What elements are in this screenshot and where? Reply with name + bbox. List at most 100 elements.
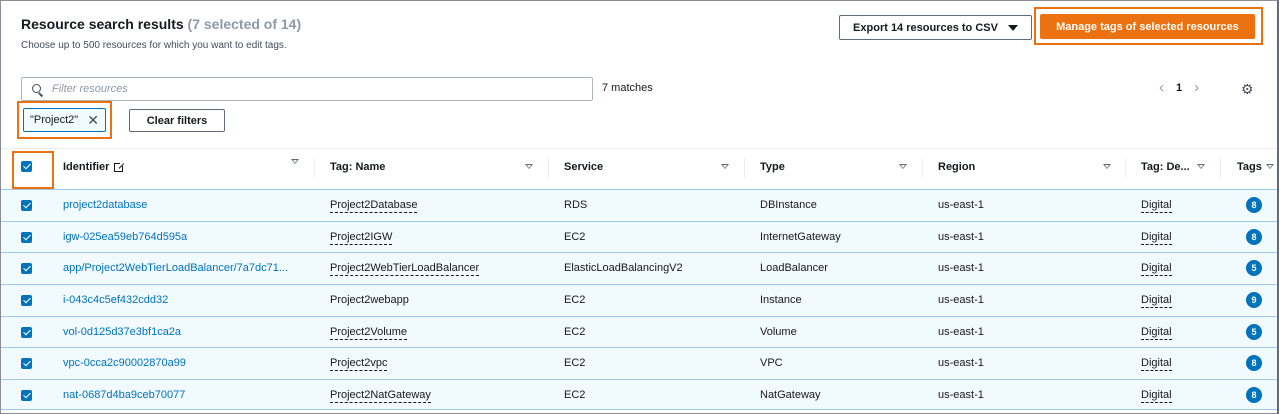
tag-name-value[interactable]: Project2IGW bbox=[330, 231, 393, 245]
column-header-service[interactable]: Service bbox=[564, 161, 603, 173]
tag-count-badge[interactable]: 8 bbox=[1246, 197, 1262, 213]
tag-name-value[interactable]: Project2Volume bbox=[330, 326, 408, 340]
resource-identifier-link[interactable]: project2database bbox=[63, 199, 147, 211]
table-top-divider bbox=[1, 148, 1277, 149]
row-checkbox[interactable] bbox=[21, 358, 32, 369]
page-title: Resource search results (7 selected of 1… bbox=[21, 16, 301, 32]
column-header-type[interactable]: Type bbox=[760, 161, 785, 173]
tag-de-value[interactable]: Digital bbox=[1141, 199, 1172, 213]
column-header-tag-de[interactable]: Tag: De... bbox=[1141, 161, 1190, 173]
tag-count-badge[interactable]: 5 bbox=[1246, 324, 1262, 340]
region-value: us-east-1 bbox=[938, 262, 984, 274]
tag-de-value[interactable]: Digital bbox=[1141, 389, 1172, 403]
manage-tags-button[interactable]: Manage tags of selected resources bbox=[1040, 14, 1255, 39]
region-value: us-east-1 bbox=[938, 294, 984, 306]
filter-token-label: "Project2" bbox=[30, 114, 79, 126]
resource-identifier-link[interactable]: nat-0687d4ba9ceb70077 bbox=[63, 389, 185, 401]
column-header-identifier[interactable]: Identifier bbox=[63, 160, 126, 173]
filter-resources-field[interactable] bbox=[21, 77, 593, 101]
column-separator bbox=[548, 158, 549, 178]
column-separator bbox=[744, 158, 745, 178]
sort-icon[interactable] bbox=[1266, 164, 1274, 169]
service-value: ElasticLoadBalancingV2 bbox=[564, 262, 683, 274]
row-checkbox[interactable] bbox=[21, 263, 32, 274]
column-header-tag-name[interactable]: Tag: Name bbox=[330, 161, 385, 173]
table-row[interactable]: vpc-0cca2c90002870a99 Project2vpc EC2 VP… bbox=[1, 347, 1277, 378]
column-separator bbox=[314, 158, 315, 178]
tag-count-badge[interactable]: 8 bbox=[1246, 355, 1262, 371]
gear-icon[interactable]: ⚙ bbox=[1241, 82, 1254, 96]
tag-de-value[interactable]: Digital bbox=[1141, 294, 1172, 308]
table-row[interactable]: app/Project2WebTierLoadBalancer/7a7dc71.… bbox=[1, 252, 1277, 283]
tag-name-value[interactable]: Project2NatGateway bbox=[330, 389, 431, 403]
column-header-region[interactable]: Region bbox=[938, 161, 975, 173]
service-value: EC2 bbox=[564, 231, 586, 243]
region-value: us-east-1 bbox=[938, 231, 984, 243]
resource-identifier-link[interactable]: i-043c4c5ef432cdd32 bbox=[63, 294, 168, 306]
row-checkbox[interactable] bbox=[21, 200, 32, 211]
tag-de-value[interactable]: Digital bbox=[1141, 262, 1172, 276]
sort-icon[interactable] bbox=[1103, 164, 1111, 169]
page-subtitle: Choose up to 500 resources for which you… bbox=[21, 40, 287, 51]
table-row[interactable]: nat-0687d4ba9ceb70077 Project2NatGateway… bbox=[1, 379, 1277, 410]
region-value: us-east-1 bbox=[938, 199, 984, 211]
tag-de-value[interactable]: Digital bbox=[1141, 357, 1172, 371]
external-link-icon bbox=[114, 160, 126, 172]
service-value: EC2 bbox=[564, 294, 586, 306]
identifier-header-label: Identifier bbox=[63, 161, 110, 173]
row-checkbox[interactable] bbox=[21, 232, 32, 243]
tag-count-badge[interactable]: 5 bbox=[1246, 260, 1262, 276]
resource-identifier-link[interactable]: app/Project2WebTierLoadBalancer/7a7dc71.… bbox=[63, 262, 288, 274]
resource-identifier-link[interactable]: vol-0d125d37e3bf1ca2a bbox=[63, 326, 181, 338]
close-icon[interactable]: ✕ bbox=[87, 112, 99, 129]
table-row[interactable]: vol-0d125d37e3bf1ca2a Project2Volume EC2… bbox=[1, 316, 1277, 347]
select-all-checkbox[interactable] bbox=[21, 161, 32, 172]
service-value: RDS bbox=[564, 199, 588, 211]
type-value: InternetGateway bbox=[760, 231, 841, 243]
clear-filters-button[interactable]: Clear filters bbox=[129, 109, 225, 132]
service-value: EC2 bbox=[564, 389, 586, 401]
tag-name-value[interactable]: Project2webapp bbox=[330, 294, 409, 306]
export-csv-button[interactable]: Export 14 resources to CSV bbox=[839, 15, 1032, 40]
export-label: Export 14 resources to CSV bbox=[853, 21, 998, 34]
column-separator bbox=[1220, 158, 1221, 178]
column-separator bbox=[1125, 158, 1126, 178]
search-input[interactable] bbox=[52, 83, 572, 95]
row-checkbox[interactable] bbox=[21, 390, 32, 401]
row-checkbox[interactable] bbox=[21, 327, 32, 338]
sort-icon[interactable] bbox=[525, 164, 533, 169]
tag-count-badge[interactable]: 8 bbox=[1246, 229, 1262, 245]
column-header-tags[interactable]: Tags bbox=[1237, 161, 1262, 173]
tag-name-value[interactable]: Project2Database bbox=[330, 199, 418, 213]
select-all-highlight bbox=[12, 151, 54, 189]
tag-count-badge[interactable]: 9 bbox=[1246, 292, 1262, 308]
tag-name-value[interactable]: Project2WebTierLoadBalancer bbox=[330, 262, 480, 276]
type-value: Instance bbox=[760, 294, 802, 306]
chevron-right-icon[interactable]: › bbox=[1194, 80, 1199, 95]
service-value: EC2 bbox=[564, 357, 586, 369]
sort-icon[interactable] bbox=[721, 164, 729, 169]
type-value: VPC bbox=[760, 357, 783, 369]
match-count: 7 matches bbox=[602, 82, 653, 94]
region-value: us-east-1 bbox=[938, 389, 984, 401]
caret-down-icon bbox=[1007, 24, 1018, 31]
tag-de-value[interactable]: Digital bbox=[1141, 231, 1172, 245]
sort-icon[interactable] bbox=[291, 159, 299, 164]
tag-name-value[interactable]: Project2vpc bbox=[330, 357, 388, 371]
table-row[interactable]: project2database Project2Database RDS DB… bbox=[1, 189, 1277, 220]
selection-count: (7 selected of 14) bbox=[187, 16, 302, 32]
resource-identifier-link[interactable]: vpc-0cca2c90002870a99 bbox=[63, 357, 186, 369]
sort-icon[interactable] bbox=[899, 164, 907, 169]
type-value: NatGateway bbox=[760, 389, 821, 401]
tag-count-badge[interactable]: 8 bbox=[1246, 387, 1262, 403]
region-value: us-east-1 bbox=[938, 326, 984, 338]
resource-identifier-link[interactable]: igw-025ea59eb764d595a bbox=[63, 231, 187, 243]
page-number[interactable]: 1 bbox=[1176, 82, 1182, 94]
tag-de-value[interactable]: Digital bbox=[1141, 326, 1172, 340]
sort-icon[interactable] bbox=[1197, 164, 1205, 169]
pagination: ‹ 1 › bbox=[1159, 80, 1199, 95]
table-row[interactable]: i-043c4c5ef432cdd32 Project2webapp EC2 I… bbox=[1, 284, 1277, 315]
table-row[interactable]: igw-025ea59eb764d595a Project2IGW EC2 In… bbox=[1, 221, 1277, 252]
chevron-left-icon[interactable]: ‹ bbox=[1159, 80, 1164, 95]
row-checkbox[interactable] bbox=[21, 295, 32, 306]
